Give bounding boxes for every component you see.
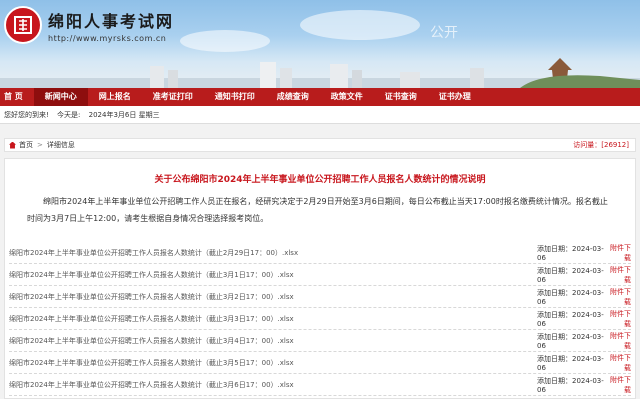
attachment-download-link[interactable]: 附件下载: [607, 375, 631, 395]
article-panel: 关于公布绵阳市2024年上半年事业单位公开招聘工作人员报名人数统计的情况说明 绵…: [4, 158, 636, 399]
nav-cert-query[interactable]: 证书查询: [374, 88, 428, 106]
attachment-row: 绵阳市2024年上半年事业单位公开招聘工作人员报名人数统计（截止3月1日17：0…: [9, 264, 631, 286]
attachment-row: 绵阳市2024年上半年事业单位公开招聘工作人员报名人数统计（截止3月3日17：0…: [9, 308, 631, 330]
site-banner: 绵阳人事考试网 http://www.myrsks.com.cn 公开: [0, 0, 640, 88]
article-body: 绵阳市2024年上半年事业单位公开招聘工作人员正在报名，经研究决定于2月29日开…: [27, 197, 608, 223]
attachment-row: 绵阳市2024年上半年事业单位公开招聘工作人员报名人数统计（截止3月6日17：0…: [9, 374, 631, 396]
attachment-date: 添加日期：2024-03-06: [537, 244, 604, 262]
nav-register[interactable]: 网上报名: [88, 88, 142, 106]
attachment-download-link[interactable]: 附件下载: [607, 331, 631, 351]
attachment-name[interactable]: 绵阳市2024年上半年事业单位公开招聘工作人员报名人数统计（截止3月6日17：0…: [9, 380, 537, 390]
attachment-row: 绵阳市2024年上半年事业单位公开招聘工作人员报名人数统计（截止3月5日17：0…: [9, 352, 631, 374]
attachment-row: 绵阳市2024年上半年事业单位公开招聘工作人员报名人数统计（截止2月29日17：…: [9, 242, 631, 264]
attachment-name[interactable]: 绵阳市2024年上半年事业单位公开招聘工作人员报名人数统计（截止2月29日17：…: [9, 248, 537, 258]
attachment-name[interactable]: 绵阳市2024年上半年事业单位公开招聘工作人员报名人数统计（截止3月5日17：0…: [9, 358, 537, 368]
home-icon: [9, 141, 16, 149]
visit-counter: 访问量：[26912]: [573, 141, 629, 149]
article-title: 关于公布绵阳市2024年上半年事业单位公开招聘工作人员报名人数统计的情况说明: [154, 175, 486, 185]
attachment-date: 添加日期：2024-03-06: [537, 288, 604, 306]
cloud-decoration: [180, 30, 270, 52]
cloud-decoration: [300, 10, 420, 40]
attachment-download-link[interactable]: 附件下载: [607, 353, 631, 373]
nav-news[interactable]: 新闻中心: [33, 88, 88, 106]
nav-score-query[interactable]: 成绩查询: [266, 88, 320, 106]
nav-cert-process[interactable]: 证书办理: [428, 88, 482, 106]
breadcrumb: 首页 > 详细信息 访问量：[26912]: [4, 138, 636, 152]
attachment-row: 绵阳市2024年上半年事业单位公开招聘工作人员报名人数统计（截止3月2日17：0…: [9, 286, 631, 308]
attachment-date: 添加日期：2024-03-06: [537, 332, 604, 350]
attachment-name[interactable]: 绵阳市2024年上半年事业单位公开招聘工作人员报名人数统计（截止3月4日17：0…: [9, 336, 537, 346]
nav-home[interactable]: 首 页: [0, 88, 34, 106]
city-skyline: [0, 58, 640, 88]
attachment-download-link[interactable]: 附件下载: [607, 265, 631, 285]
welcome-bar: 您好您的到来! 今天是: 2024年3月6日 星期三: [0, 106, 640, 124]
attachment-list: 绵阳市2024年上半年事业单位公开招聘工作人员报名人数统计（截止2月29日17：…: [5, 242, 635, 396]
breadcrumb-current: 详细信息: [46, 141, 75, 149]
main-nav: 首 页 新闻中心 网上报名 准考证打印 通知书打印 成绩查询 政策文件 证书查询…: [0, 88, 640, 106]
attachment-name[interactable]: 绵阳市2024年上半年事业单位公开招聘工作人员报名人数统计（截止3月2日17：0…: [9, 292, 537, 302]
seal-icon: [4, 6, 42, 44]
attachment-download-link[interactable]: 附件下载: [607, 243, 631, 263]
banner-watermark: 公开: [430, 25, 458, 41]
welcome-date: 2024年3月6日 星期三: [88, 111, 160, 119]
site-title: 绵阳人事考试网: [48, 11, 175, 31]
attachment-name[interactable]: 绵阳市2024年上半年事业单位公开招聘工作人员报名人数统计（截止3月3日17：0…: [9, 314, 537, 324]
breadcrumb-home[interactable]: 首页: [19, 139, 33, 151]
attachment-download-link[interactable]: 附件下载: [607, 287, 631, 307]
site-url: http://www.myrsks.com.cn: [48, 33, 167, 43]
site-logo[interactable]: 绵阳人事考试网 http://www.myrsks.com.cn: [4, 6, 174, 44]
welcome-today-label: 今天是:: [57, 111, 81, 119]
attachment-date: 添加日期：2024-03-06: [537, 354, 604, 372]
nav-notice-print[interactable]: 通知书打印: [204, 88, 266, 106]
attachment-date: 添加日期：2024-03-06: [537, 266, 604, 284]
welcome-greeting: 您好您的到来!: [4, 111, 49, 119]
nav-admission-ticket[interactable]: 准考证打印: [142, 88, 204, 106]
attachment-date: 添加日期：2024-03-06: [537, 376, 604, 394]
attachment-download-link[interactable]: 附件下载: [607, 309, 631, 329]
nav-policy[interactable]: 政策文件: [320, 88, 374, 106]
attachment-date: 添加日期：2024-03-06: [537, 310, 604, 328]
breadcrumb-separator: >: [37, 141, 43, 149]
attachment-row: 绵阳市2024年上半年事业单位公开招聘工作人员报名人数统计（截止3月4日17：0…: [9, 330, 631, 352]
attachment-name[interactable]: 绵阳市2024年上半年事业单位公开招聘工作人员报名人数统计（截止3月1日17：0…: [9, 270, 537, 280]
